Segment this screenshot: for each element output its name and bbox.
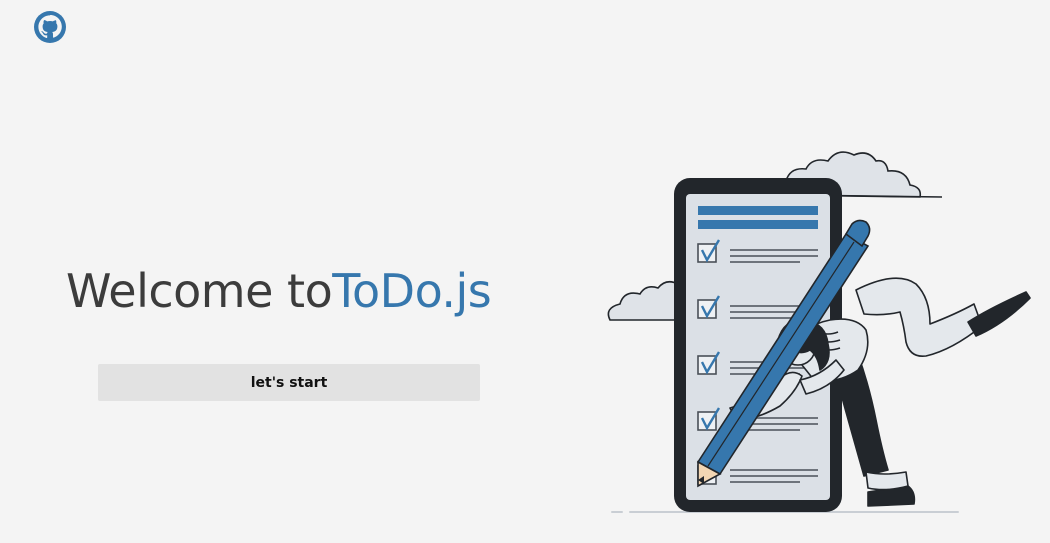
title-brand: ToDo.js <box>332 264 492 318</box>
title-prefix: Welcome to <box>66 264 333 318</box>
start-button[interactable]: let's start <box>98 364 480 401</box>
landing-page: Welcome toToDo.js let's start <box>0 0 1050 543</box>
hero-illustration <box>600 140 1040 525</box>
github-link[interactable] <box>34 11 66 43</box>
github-icon <box>34 11 66 43</box>
page-title: Welcome toToDo.js <box>66 258 492 324</box>
todo-illustration <box>607 151 1031 513</box>
